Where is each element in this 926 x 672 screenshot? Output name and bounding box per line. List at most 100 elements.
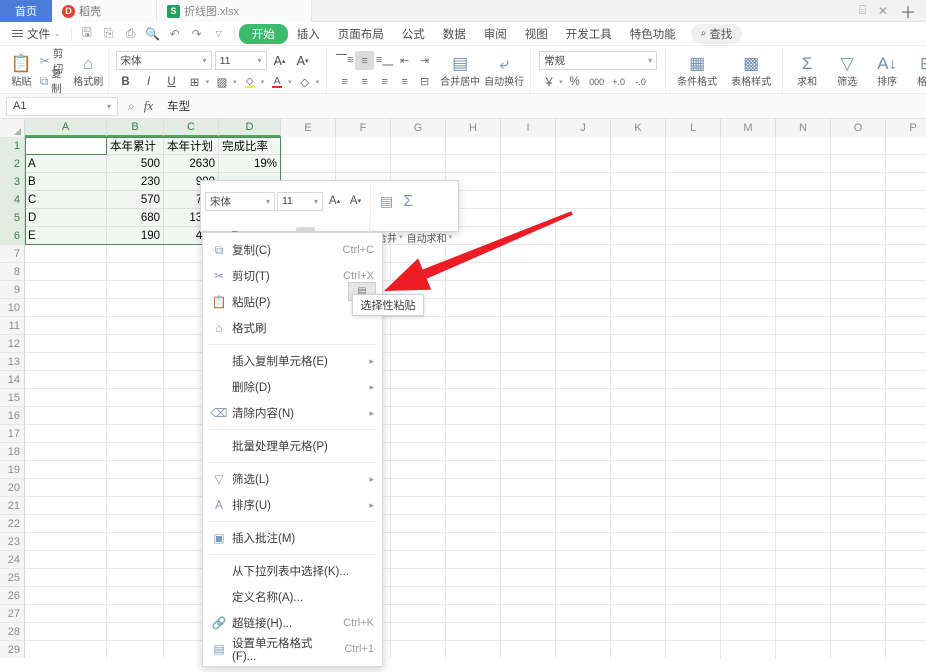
cell-I15[interactable] — [501, 389, 556, 407]
cell-L16[interactable] — [666, 407, 721, 425]
cell-J13[interactable] — [556, 353, 611, 371]
cell-K29[interactable] — [611, 641, 666, 658]
menu-item-3[interactable]: ⌂ 格式刷 — [203, 315, 382, 341]
cell-F1[interactable] — [336, 137, 391, 155]
row-header-3[interactable]: 3 — [0, 173, 24, 191]
cell-O16[interactable] — [831, 407, 886, 425]
cell-B29[interactable] — [107, 641, 164, 658]
cell-N6[interactable] — [776, 227, 831, 245]
row-header-20[interactable]: 20 — [0, 479, 24, 497]
text-orientation-button[interactable]: ⊟ — [415, 72, 434, 91]
cell-M28[interactable] — [721, 623, 776, 641]
cell-A8[interactable] — [25, 263, 107, 281]
row-header-5[interactable]: 5 — [0, 209, 24, 227]
cell-J20[interactable] — [556, 479, 611, 497]
cell-K24[interactable] — [611, 551, 666, 569]
cell-B24[interactable] — [107, 551, 164, 569]
cell-P25[interactable] — [886, 569, 926, 587]
autosum-button[interactable]: Σ 求和 — [787, 49, 827, 93]
row-header-1[interactable]: 1 — [0, 137, 24, 155]
cell-A14[interactable] — [25, 371, 107, 389]
cell-G11[interactable] — [391, 317, 446, 335]
cell-M23[interactable] — [721, 533, 776, 551]
cell-H28[interactable] — [446, 623, 501, 641]
cell-A17[interactable] — [25, 425, 107, 443]
cell-K16[interactable] — [611, 407, 666, 425]
cell-M29[interactable] — [721, 641, 776, 658]
save-icon[interactable]: 🖫 — [76, 24, 98, 44]
row-header-18[interactable]: 18 — [0, 443, 24, 461]
cell-L22[interactable] — [666, 515, 721, 533]
cell-M3[interactable] — [721, 173, 776, 191]
cell-M2[interactable] — [721, 155, 776, 173]
cell-L4[interactable] — [666, 191, 721, 209]
cell-A12[interactable] — [25, 335, 107, 353]
bold-button[interactable]: B — [116, 72, 136, 91]
cell-P27[interactable] — [886, 605, 926, 623]
cell-J18[interactable] — [556, 443, 611, 461]
chevron-down-icon[interactable]: ▾ — [206, 78, 210, 86]
cell-H19[interactable] — [446, 461, 501, 479]
cell-G19[interactable] — [391, 461, 446, 479]
cell-M18[interactable] — [721, 443, 776, 461]
cell-N20[interactable] — [776, 479, 831, 497]
cell-J1[interactable] — [556, 137, 611, 155]
cell-J22[interactable] — [556, 515, 611, 533]
ribbon-tab-page-layout[interactable]: 页面布局 — [329, 25, 393, 43]
mini-font-size-select[interactable]: 11 ▾ — [277, 191, 323, 211]
cell-H24[interactable] — [446, 551, 501, 569]
mini-grow-font-button[interactable]: A ▴ — [325, 191, 344, 211]
cell-M25[interactable] — [721, 569, 776, 587]
cell-O1[interactable] — [831, 137, 886, 155]
align-left-button[interactable]: ≡ — [335, 72, 354, 91]
cell-L8[interactable] — [666, 263, 721, 281]
cell-B16[interactable] — [107, 407, 164, 425]
cell-O27[interactable] — [831, 605, 886, 623]
cell-K11[interactable] — [611, 317, 666, 335]
cell-L12[interactable] — [666, 335, 721, 353]
menu-item-11[interactable]: ▽ 筛选(L) ▸ — [203, 466, 382, 492]
menu-item-6[interactable]: 删除(D) ▸ — [203, 374, 382, 400]
cell-N22[interactable] — [776, 515, 831, 533]
search-icon[interactable]: ⌕ — [128, 99, 135, 114]
cell-J21[interactable] — [556, 497, 611, 515]
cell-G21[interactable] — [391, 497, 446, 515]
cell-O28[interactable] — [831, 623, 886, 641]
cell-L13[interactable] — [666, 353, 721, 371]
cell-A15[interactable] — [25, 389, 107, 407]
column-header-C[interactable]: C — [164, 119, 219, 137]
cell-J19[interactable] — [556, 461, 611, 479]
cell-I2[interactable] — [501, 155, 556, 173]
chevron-down-icon[interactable]: ▾ — [288, 78, 292, 86]
chevron-down-icon[interactable]: ▾ — [316, 78, 320, 86]
cell-M15[interactable] — [721, 389, 776, 407]
row-header-16[interactable]: 16 — [0, 407, 24, 425]
column-header-P[interactable]: P — [886, 119, 926, 137]
cell-A13[interactable] — [25, 353, 107, 371]
cell-M21[interactable] — [721, 497, 776, 515]
print-preview-icon[interactable]: 🔍 — [142, 24, 164, 44]
cell-I5[interactable] — [501, 209, 556, 227]
cell-M16[interactable] — [721, 407, 776, 425]
menu-item-5[interactable]: 插入复制单元格(E) ▸ — [203, 348, 382, 374]
cell-K15[interactable] — [611, 389, 666, 407]
copy-button[interactable]: ⧉ 复制 — [37, 68, 73, 93]
cell-G12[interactable] — [391, 335, 446, 353]
grow-font-button[interactable]: A ▴ — [270, 51, 290, 70]
cell-A18[interactable] — [25, 443, 107, 461]
cell-M11[interactable] — [721, 317, 776, 335]
cell-I14[interactable] — [501, 371, 556, 389]
cell-B26[interactable] — [107, 587, 164, 605]
formula-input[interactable]: 车型 — [163, 98, 924, 114]
cell-M4[interactable] — [721, 191, 776, 209]
row-header-19[interactable]: 19 — [0, 461, 24, 479]
cell-I10[interactable] — [501, 299, 556, 317]
cell-J28[interactable] — [556, 623, 611, 641]
cell-P11[interactable] — [886, 317, 926, 335]
cell-B18[interactable] — [107, 443, 164, 461]
column-header-M[interactable]: M — [721, 119, 776, 137]
cell-P9[interactable] — [886, 281, 926, 299]
cell-I17[interactable] — [501, 425, 556, 443]
cell-O9[interactable] — [831, 281, 886, 299]
cell-G18[interactable] — [391, 443, 446, 461]
